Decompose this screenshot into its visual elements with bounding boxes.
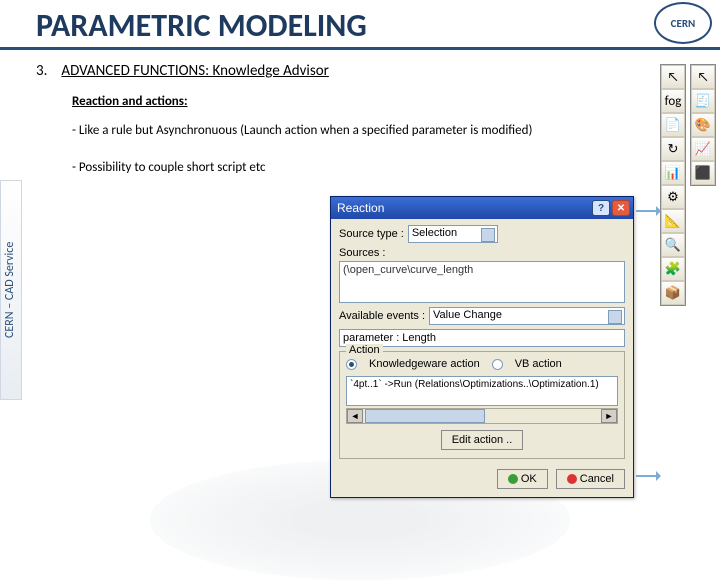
- page-title: PARAMETRIC MODELING: [36, 6, 720, 45]
- tool-formula-icon[interactable]: fog: [661, 89, 685, 113]
- cancel-button[interactable]: Cancel: [556, 469, 625, 489]
- ok-icon: [508, 474, 518, 484]
- close-button[interactable]: ✕: [612, 200, 630, 216]
- dialog-titlebar[interactable]: Reaction ? ✕: [331, 197, 633, 219]
- tool2-law-icon[interactable]: 📈: [691, 137, 715, 161]
- bullet-1: - Like a rule but Asynchronuous (Launch …: [72, 123, 632, 138]
- action-group-label: Action: [346, 344, 383, 356]
- tool2-action-icon[interactable]: ⬛: [691, 161, 715, 185]
- action-group: Action Knowledgeware action VB action `4…: [339, 351, 625, 459]
- radio-vb-label: VB action: [515, 358, 562, 370]
- reaction-dialog: Reaction ? ✕ Source type : Selection Sou…: [330, 196, 634, 498]
- slide-header: PARAMETRIC MODELING CERN: [0, 0, 720, 50]
- bullet-2: - Possibility to couple short script etc: [72, 160, 632, 175]
- source-type-select[interactable]: Selection: [408, 225, 498, 243]
- cern-logo-icon: CERN: [654, 2, 712, 44]
- cancel-icon: [567, 474, 577, 484]
- available-events-select[interactable]: Value Change: [429, 307, 625, 325]
- scroll-left-icon[interactable]: ◄: [347, 409, 363, 423]
- sources-label: Sources :: [339, 247, 625, 259]
- script-textarea[interactable]: `4pt..1` ->Run (Relations\Optimizations.…: [346, 376, 618, 406]
- side-label: CERN – CAD Service: [0, 180, 22, 400]
- toolbar-secondary: ↖ 🧾 🎨 📈 ⬛: [690, 64, 716, 186]
- content-subhead: Reaction and actions:: [72, 94, 720, 109]
- ok-button[interactable]: OK: [497, 469, 548, 489]
- help-button[interactable]: ?: [592, 200, 610, 216]
- toolbar-knowledge: ↖ fog 📄 ↻ 📊 ⚙ 📐 🔍 🧩 📦: [660, 64, 686, 306]
- scroll-thumb[interactable]: [365, 409, 485, 423]
- radio-kw-action[interactable]: [346, 359, 357, 370]
- radio-kw-label: Knowledgeware action: [369, 358, 480, 370]
- tool-pointer-icon[interactable]: ↖: [661, 65, 685, 89]
- tool2-set-icon[interactable]: 🎨: [691, 113, 715, 137]
- available-events-label: Available events :: [339, 310, 425, 322]
- tool-catalog-icon[interactable]: 📦: [661, 281, 685, 305]
- scroll-right-icon[interactable]: ►: [601, 409, 617, 423]
- arrow-link-top: [636, 210, 660, 212]
- tool2-check-icon[interactable]: 🧾: [691, 89, 715, 113]
- tool-design-table-icon[interactable]: 📊: [661, 161, 685, 185]
- tool-inspect-icon[interactable]: 🔍: [661, 233, 685, 257]
- section-title: ADVANCED FUNCTIONS: Knowledge Advisor: [61, 62, 329, 80]
- sources-listbox[interactable]: (\open_curve\curve_length: [339, 261, 625, 303]
- edit-action-button[interactable]: Edit action ..: [441, 430, 524, 450]
- section-number: 3.: [36, 62, 47, 80]
- tool-rule-icon[interactable]: 📄: [661, 113, 685, 137]
- tool2-pointer-icon[interactable]: ↖: [691, 65, 715, 89]
- arrow-link-bottom: [636, 475, 660, 477]
- radio-vb-action[interactable]: [492, 359, 503, 370]
- content-area: 3. ADVANCED FUNCTIONS: Knowledge Advisor…: [0, 50, 720, 175]
- tool-reaction-icon[interactable]: ↻: [661, 137, 685, 161]
- source-type-label: Source type :: [339, 228, 404, 240]
- tool-template-icon[interactable]: 🧩: [661, 257, 685, 281]
- dialog-title: Reaction: [337, 201, 384, 215]
- scrollbar-horizontal[interactable]: ◄ ►: [346, 408, 618, 424]
